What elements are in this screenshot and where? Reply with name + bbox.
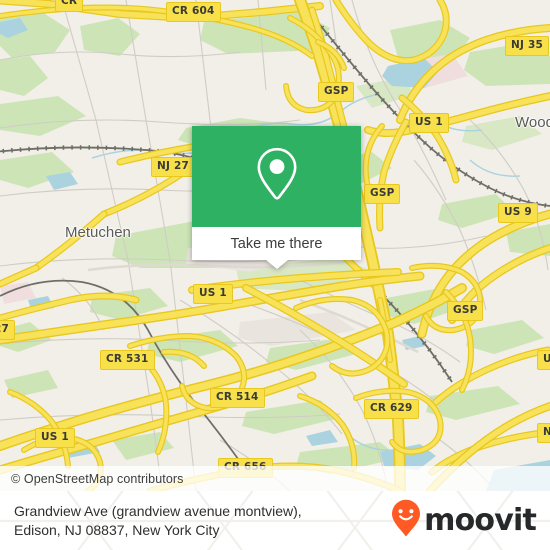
- popup-tail: [265, 260, 288, 269]
- road-shield-clipped: CR: [55, 0, 84, 12]
- road-shield: CR 531: [100, 350, 155, 370]
- road-shield-clipped: NJ: [537, 423, 550, 443]
- attribution-text: © OpenStreetMap contributors: [11, 471, 184, 486]
- road-shield: US 1: [193, 284, 233, 304]
- road-shield-clipped: US 9: [537, 350, 550, 370]
- take-me-there-label: Take me there: [230, 235, 323, 252]
- road-shield: CR 514: [210, 388, 265, 408]
- footer-bar: Grandview Ave (grandview avenue montview…: [0, 491, 550, 550]
- road-shield: GSP: [447, 301, 484, 321]
- road-shield: CR 604: [166, 2, 221, 22]
- road-shield: US 9: [498, 203, 538, 223]
- road-shield: NJ 27: [151, 157, 195, 177]
- location-address: Grandview Ave (grandview avenue montview…: [14, 502, 302, 540]
- road-shield: NJ 35: [505, 36, 549, 56]
- take-me-there-button[interactable]: Take me there: [192, 227, 361, 260]
- road-shield: US 1: [409, 113, 449, 133]
- road-shield: 27: [0, 320, 16, 340]
- address-line-2: Edison, NJ 08837, New York City: [14, 521, 220, 538]
- place-label-metuchen: Metuchen: [65, 224, 131, 241]
- road-shield: CR 629: [364, 399, 419, 419]
- map-attribution: © OpenStreetMap contributors: [0, 466, 550, 491]
- place-label-woodbridge: Wood: [515, 114, 550, 131]
- road-shield: GSP: [318, 82, 355, 102]
- location-popup-card[interactable]: Take me there: [192, 126, 361, 269]
- popup-header: [192, 126, 361, 227]
- moovit-wordmark: moovit: [424, 502, 537, 538]
- road-shield: US 1: [35, 428, 75, 448]
- address-line-1: Grandview Ave (grandview avenue montview…: [14, 502, 302, 519]
- road-shield: GSP: [364, 184, 401, 204]
- moovit-map-screenshot: .park { fill:#cde5b6; } .park2 { fill:#d…: [0, 0, 550, 550]
- moovit-logo: moovit: [391, 499, 537, 542]
- moovit-pin-smiley-icon: [391, 499, 421, 542]
- map-canvas[interactable]: .park { fill:#cde5b6; } .park2 { fill:#d…: [0, 0, 550, 491]
- map-pin-icon: [255, 146, 299, 207]
